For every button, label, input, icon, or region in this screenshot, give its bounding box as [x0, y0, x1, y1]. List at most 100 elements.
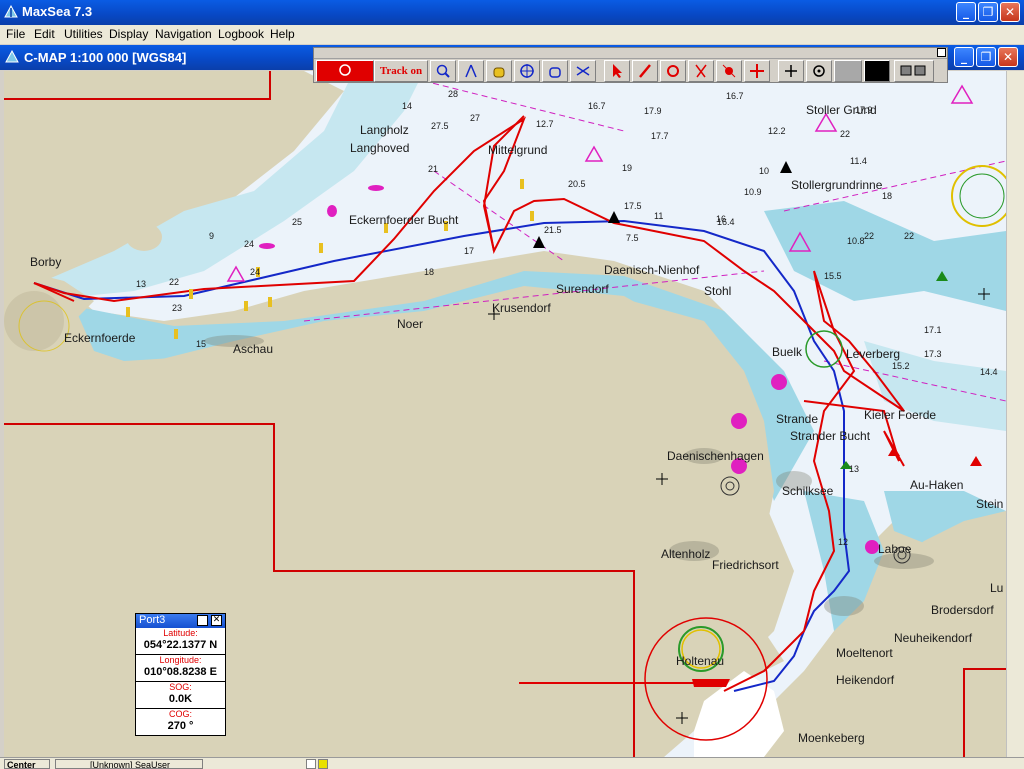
place-label: Daenischenhagen [667, 449, 764, 463]
place-label: Surendorf [556, 282, 609, 296]
app-title: MaxSea 7.3 [22, 4, 93, 19]
chart-close-button[interactable]: ✕ [998, 47, 1018, 67]
depth-sounding: 16.4 [717, 217, 735, 227]
depth-sounding: 16.7 [726, 91, 744, 101]
depth-sounding: 18 [424, 267, 435, 277]
port3-close-button[interactable]: ✕ [211, 615, 222, 626]
depth-sounding: 17.9 [855, 105, 873, 115]
rotate-button[interactable] [660, 60, 686, 82]
menu-file[interactable]: File [6, 27, 25, 41]
chart-restore-button[interactable]: ❐ [976, 47, 996, 67]
depth-sounding: 16.7 [588, 101, 606, 111]
longitude-value: 010°08.8238 E [136, 666, 225, 682]
select-button[interactable] [604, 60, 630, 82]
place-label: Noer [397, 317, 424, 331]
depth-sounding: 17 [464, 246, 475, 256]
port3-panel[interactable]: Port3 ✕ Latitude: 054°22.1377 N Longitud… [135, 613, 226, 736]
menu-edit[interactable]: Edit [34, 27, 55, 41]
depth-sounding: 11.4 [850, 156, 867, 166]
depth-sounding: 10.9 [744, 187, 762, 197]
depth-sounding: 9 [209, 231, 215, 241]
depth-sounding: 21 [428, 164, 439, 174]
restore-button[interactable]: ❐ [978, 2, 998, 22]
place-label: Brodersdorf [931, 603, 994, 617]
pencil-icon [639, 64, 651, 78]
place-label: Buelk [772, 345, 803, 359]
zoom-button[interactable] [430, 60, 456, 82]
longitude-label: Longitude: [159, 655, 202, 665]
close-button[interactable]: ✕ [1000, 2, 1020, 22]
place-label: Eckernfoerder Bucht [349, 213, 459, 227]
monitor-icon [900, 65, 926, 76]
toolbar-close-button[interactable] [937, 48, 946, 57]
depth-sounding: 11 [654, 211, 664, 221]
scissors-cross-icon [576, 66, 590, 76]
place-label: Eckernfoerde [64, 331, 136, 345]
plus-button[interactable] [778, 60, 804, 82]
depth-sounding: 27 [470, 113, 481, 123]
maxsea-app-icon [4, 5, 18, 18]
compass-button[interactable] [458, 60, 484, 82]
chart-minimize-button[interactable]: _ [954, 47, 974, 67]
port3-title-bar[interactable]: Port3 ✕ [136, 614, 225, 628]
menu-help[interactable]: Help [270, 27, 295, 41]
waypoint-button[interactable] [716, 60, 742, 82]
cog-value: 270 ° [167, 720, 194, 732]
chart-window-icon [5, 50, 19, 63]
depth-sounding: 15.5 [824, 271, 842, 281]
scissors-icon [695, 64, 707, 78]
depth-sounding: 17.1 [924, 325, 942, 335]
place-label: Altenholz [661, 547, 711, 561]
port3-maximize-button[interactable] [197, 615, 208, 626]
rotate-icon [667, 65, 679, 77]
depth-sounding: 17.7 [651, 131, 669, 141]
vertical-scrollbar[interactable] [1006, 71, 1024, 757]
cog-label: COG: [168, 709, 192, 719]
depth-sounding: 12.2 [768, 126, 786, 136]
status-bar: Center Off [Unknown] SeaUser [0, 757, 1024, 769]
place-label: Stohl [704, 284, 732, 298]
menu-logbook[interactable]: Logbook [218, 27, 264, 41]
grab-hand-icon [549, 67, 561, 78]
place-label: Stollergrundrinne [791, 178, 883, 192]
depth-sounding: 14.4 [980, 367, 998, 377]
depth-sounding: 7.5 [626, 233, 639, 243]
arrow-cursor-icon [613, 64, 622, 78]
menu-navigation[interactable]: Navigation [155, 27, 212, 41]
main-title-bar[interactable]: MaxSea 7.3 _ ❐ ✕ [0, 0, 1024, 25]
depth-sounding: 10.8 [847, 236, 865, 246]
place-label: Laboe [878, 542, 912, 556]
depth-sounding: 17.3 [924, 349, 942, 359]
place-label: Kieler Foerde [864, 408, 937, 422]
depth-sounding: 15 [196, 339, 207, 349]
place-label: Schilksee [782, 484, 834, 498]
target-button[interactable] [514, 60, 540, 82]
grab-button[interactable] [542, 60, 568, 82]
color-swatch-gray[interactable] [834, 60, 862, 82]
cut-button[interactable] [688, 60, 714, 82]
display-toggle-button[interactable] [894, 60, 934, 82]
record-icon [339, 64, 351, 76]
measure-button[interactable] [570, 60, 596, 82]
depth-sounding: 10 [759, 166, 770, 176]
menu-display[interactable]: Display [109, 27, 148, 41]
latitude-label: Latitude: [163, 628, 198, 638]
move-arrows-icon [750, 64, 764, 78]
chart-toolbar: Track on [313, 47, 948, 83]
depth-sounding: 28 [448, 89, 459, 99]
minimize-button[interactable]: _ [956, 2, 976, 22]
depth-sounding: 24 [250, 267, 261, 277]
toolbar-grip[interactable] [314, 48, 947, 59]
center-button[interactable] [806, 60, 832, 82]
color-swatch-black[interactable] [864, 60, 890, 82]
pan-button[interactable] [486, 60, 512, 82]
place-label: Daenisch-Nienhof [604, 263, 700, 277]
track-on-button[interactable]: Track on [374, 60, 428, 82]
menu-utilities[interactable]: Utilities [64, 27, 103, 41]
place-label: Strande [776, 412, 819, 426]
pencil-button[interactable] [632, 60, 658, 82]
menu-bar: File Edit Utilities Display Navigation L… [0, 25, 1024, 44]
depth-sounding: 12.7 [536, 119, 554, 129]
record-button[interactable] [316, 60, 374, 82]
move-button[interactable] [744, 60, 770, 82]
